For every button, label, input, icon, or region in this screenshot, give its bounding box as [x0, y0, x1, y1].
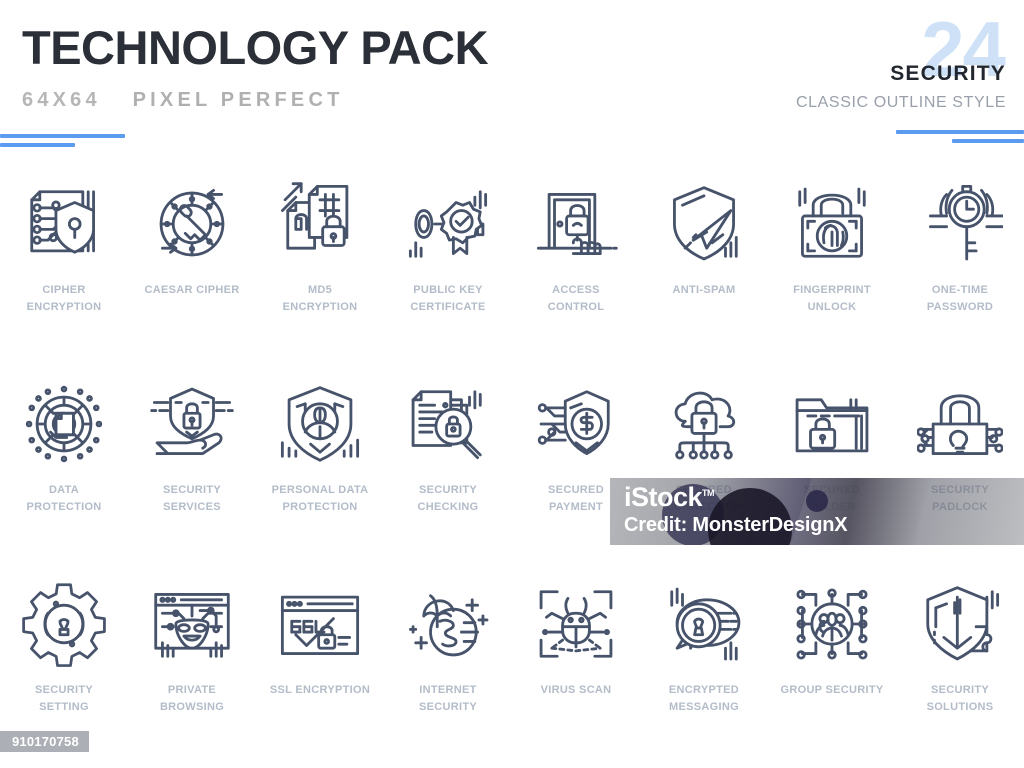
istock-logo: iStockTM: [624, 482, 715, 513]
header-subtitle: 64X64 PIXEL PERFECT: [22, 89, 488, 112]
poster-header: TECHNOLOGY PACK 64X64 PIXEL PERFECT 24 S…: [0, 0, 1024, 160]
icon-label: VIRUS SCAN: [540, 684, 612, 696]
header-right: 24 SECURITY CLASSIC OUTLINE STYLE: [796, 10, 1006, 112]
icon-cell-public-key-certificate[interactable]: PUBLIC KEY CERTIFICATE: [384, 168, 512, 368]
subtitle-text: PIXEL PERFECT: [132, 89, 344, 111]
icon-cell-one-time-password[interactable]: ONE-TIME PASSWORD: [896, 168, 1024, 368]
icon-label: SECURITY SOLUTIONS: [926, 684, 994, 714]
group-security-icon: [784, 572, 880, 676]
one-time-password-icon: [912, 172, 1008, 276]
secured-connection-icon: [656, 372, 752, 476]
icon-label: ONE-TIME PASSWORD: [926, 284, 994, 314]
icon-cell-cipher-encryption[interactable]: CIPHER ENCRYPTION: [0, 168, 128, 368]
trademark-icon: TM: [702, 488, 715, 498]
watermark-blob: [806, 490, 828, 512]
icon-label: CIPHER ENCRYPTION: [26, 284, 102, 314]
image-id-badge: 910170758: [0, 731, 89, 752]
icon-cell-encrypted-messaging[interactable]: ENCRYPTED MESSAGING: [640, 568, 768, 768]
accent-bar: [0, 143, 75, 147]
ssl-encryption-icon: [272, 572, 368, 676]
icon-label: ANTI-SPAM: [672, 284, 736, 296]
accent-bar: [0, 134, 125, 138]
icon-label: SSL ENCRYPTION: [269, 684, 371, 696]
public-key-certificate-icon: [400, 172, 496, 276]
anti-spam-icon: [656, 172, 752, 276]
icon-cell-ssl-encryption[interactable]: SSL ENCRYPTION: [256, 568, 384, 768]
private-browsing-icon: [144, 572, 240, 676]
icon-label: PRIVATE BROWSING: [159, 684, 225, 714]
header-left: TECHNOLOGY PACK 64X64 PIXEL PERFECT: [22, 21, 489, 112]
page-title: TECHNOLOGY PACK: [22, 21, 489, 74]
category-title: SECURITY: [890, 62, 1006, 85]
internet-security-icon: [400, 572, 496, 676]
security-setting-icon: [16, 572, 112, 676]
icon-cell-private-browsing[interactable]: PRIVATE BROWSING: [128, 568, 256, 768]
icon-label: CAESAR CIPHER: [144, 284, 240, 296]
accent-bars-left: [0, 134, 125, 152]
icon-grid: CIPHER ENCRYPTION CAESAR CIPHER MD5 ENCRYP…: [0, 168, 1024, 768]
access-control-icon: [528, 172, 624, 276]
security-checking-icon: [400, 372, 496, 476]
icon-cell-personal-data-protection[interactable]: PERSONAL DATA PROTECTION: [256, 368, 384, 568]
md5-encryption-icon: [272, 172, 368, 276]
data-protection-icon: [16, 372, 112, 476]
icon-cell-md5-encryption[interactable]: MD5 ENCRYPTION: [256, 168, 384, 368]
icon-cell-security-services[interactable]: SECURITY SERVICES: [128, 368, 256, 568]
icon-label: PERSONAL DATA PROTECTION: [271, 484, 369, 514]
security-solutions-icon: [912, 572, 1008, 676]
icon-label: INTERNET SECURITY: [418, 684, 478, 714]
virus-scan-icon: [528, 572, 624, 676]
style-label: CLASSIC OUTLINE STYLE: [796, 94, 1006, 111]
icon-cell-access-control[interactable]: ACCESS CONTROL: [512, 168, 640, 368]
security-services-icon: [144, 372, 240, 476]
accent-bar: [952, 139, 1024, 143]
personal-data-protection-icon: [272, 372, 368, 476]
secured-payment-icon: [528, 372, 624, 476]
fingerprint-unlock-icon: [784, 172, 880, 276]
icon-cell-group-security[interactable]: GROUP SECURITY: [768, 568, 896, 768]
caesar-cipher-icon: [144, 172, 240, 276]
subtitle-size: 64X64: [22, 89, 101, 111]
icon-pack-poster: TECHNOLOGY PACK 64X64 PIXEL PERFECT 24 S…: [0, 0, 1024, 760]
icon-label: SECURITY CHECKING: [417, 484, 479, 514]
icon-cell-virus-scan[interactable]: VIRUS SCAN: [512, 568, 640, 768]
istock-brand-text: iStock: [624, 482, 703, 512]
icon-cell-security-solutions[interactable]: SECURITY SOLUTIONS: [896, 568, 1024, 768]
accent-bar: [896, 130, 1024, 134]
icon-label: MD5 ENCRYPTION: [282, 284, 358, 314]
istock-watermark-band: iStockTM Credit: MonsterDesignX: [610, 478, 1024, 545]
icon-label: FINGERPRINT UNLOCK: [793, 284, 871, 314]
icon-label: SECURITY SERVICES: [162, 484, 222, 514]
cipher-encryption-icon: [16, 172, 112, 276]
watermark-credit: Credit: MonsterDesignX: [624, 514, 848, 536]
icon-cell-internet-security[interactable]: INTERNET SECURITY: [384, 568, 512, 768]
icon-cell-fingerprint-unlock[interactable]: FINGERPRINT UNLOCK: [768, 168, 896, 368]
security-padlock-icon: [912, 372, 1008, 476]
icon-label: SECURITY SETTING: [34, 684, 94, 714]
icon-cell-security-checking[interactable]: SECURITY CHECKING: [384, 368, 512, 568]
icon-cell-data-protection[interactable]: DATA PROTECTION: [0, 368, 128, 568]
icon-label: ACCESS CONTROL: [547, 284, 605, 314]
icon-label: DATA PROTECTION: [26, 484, 102, 514]
icon-label: ENCRYPTED MESSAGING: [668, 684, 740, 714]
secured-folder-icon: [784, 372, 880, 476]
icon-label: GROUP SECURITY: [780, 684, 884, 696]
icon-cell-anti-spam[interactable]: ANTI-SPAM: [640, 168, 768, 368]
icon-label: PUBLIC KEY CERTIFICATE: [410, 284, 486, 314]
accent-bars-right: [896, 130, 1024, 148]
icon-cell-caesar-cipher[interactable]: CAESAR CIPHER: [128, 168, 256, 368]
encrypted-messaging-icon: [656, 572, 752, 676]
